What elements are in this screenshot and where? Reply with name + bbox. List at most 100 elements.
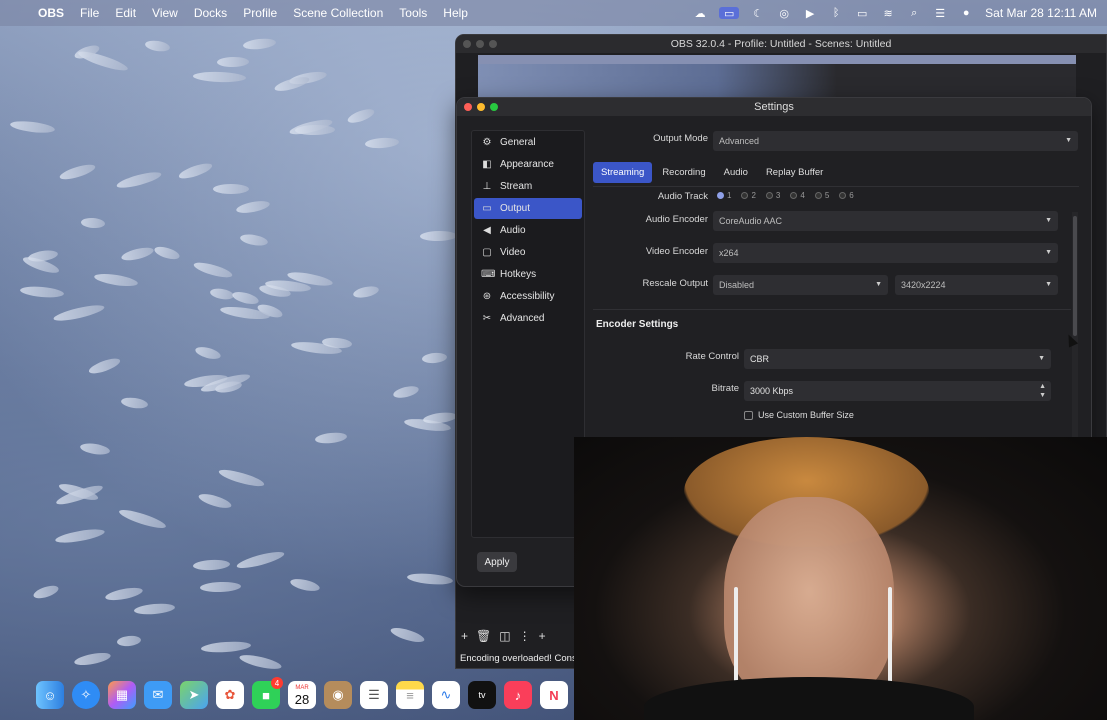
search-icon[interactable]: ⌕ [907,7,921,19]
radio-dot [741,192,749,199]
music-icon[interactable]: ♪ [504,681,532,709]
tab-streaming[interactable]: Streaming [593,162,653,183]
tab-audio[interactable]: Audio [716,162,756,183]
menu-clock[interactable]: Sat Mar 28 12:11 AM [985,6,1097,20]
bluetooth-icon[interactable]: ᛒ [829,7,843,19]
plus-icon[interactable]: + [539,629,546,643]
sidebar-item-advanced[interactable]: ✂ Advanced [474,308,582,329]
settings-title: Settings [754,101,794,113]
menu-profile[interactable]: Profile [243,6,277,20]
wallpaper-fish [209,286,235,302]
sidebar-item-appearance[interactable]: ◧ Appearance [474,154,582,175]
tools-icon: ✂ [482,313,492,324]
audio-track-radio-4[interactable]: 4 [790,191,805,200]
audio-track-radio-3[interactable]: 3 [765,191,780,200]
audio-track-number: 2 [751,191,756,200]
freeform-icon[interactable]: ∿ [432,681,460,709]
sidebar-item-label: Output [500,203,531,214]
sidebar-item-video[interactable]: ▢ Video [474,242,582,263]
wallpaper-fish [235,198,271,216]
photos-icon[interactable]: ✿ [216,681,244,709]
menu-scene-collection[interactable]: Scene Collection [293,6,383,20]
wallpaper-fish [213,184,249,194]
finder-icon[interactable]: ☺ [36,681,64,709]
sidebar-item-audio[interactable]: ◀ Audio [474,220,582,241]
wifi-icon[interactable]: ≋ [881,7,895,20]
menu-tools[interactable]: Tools [399,6,427,20]
menu-edit[interactable]: Edit [115,6,136,20]
safari-icon[interactable]: ✧ [72,681,100,709]
close-icon[interactable] [464,103,472,111]
close-icon[interactable] [463,40,471,48]
minimize-icon[interactable] [477,103,485,111]
video-encoder-select[interactable]: x264 ▼ [713,243,1058,263]
output-mode-value: Advanced [719,136,760,146]
audio-track-radio-6[interactable]: 6 [839,191,854,200]
rescale-resolution-select[interactable]: 3420x2224 ▼ [895,275,1058,295]
wallpaper-fish [242,37,277,51]
radio-dot [839,192,847,199]
play-icon[interactable]: ▶ [803,7,817,20]
contacts-icon[interactable]: ◉ [324,681,352,709]
wallpaper-fish [120,396,149,410]
rate-control-select[interactable]: CBR ▼ [744,349,1051,369]
bitrate-spinbox[interactable]: 3000 Kbps ▲ ▼ [744,381,1051,401]
wallpaper-fish [199,581,242,593]
sidebar-item-label: Appearance [500,159,554,170]
apply-button[interactable]: Apply [477,552,517,572]
sidebar-item-general[interactable]: ⚙ General [474,132,582,153]
chevron-down-icon: ▼ [1065,137,1072,144]
control-center-icon[interactable]: ☰ [933,7,947,20]
menu-app-name[interactable]: OBS [38,6,64,20]
reminders-icon[interactable]: ☰ [360,681,388,709]
facetime-icon[interactable]: ■ 4 [252,677,283,709]
mail-icon[interactable]: ✉ [144,681,172,709]
appletv-icon[interactable]: tv [468,681,496,709]
output-mode-label: Output Mode [653,133,708,144]
maps-icon[interactable]: ➤ [180,681,208,709]
screen-record-icon[interactable]: ▭ [719,7,740,20]
siri-icon[interactable]: ● [959,7,973,19]
battery-icon[interactable]: ▭ [855,7,869,20]
notes-icon[interactable]: ≡ [396,681,424,709]
menu-view[interactable]: View [152,6,178,20]
plus-icon[interactable]: + [461,629,468,643]
stream-icon: ⊥ [482,181,492,192]
sidebar-item-stream[interactable]: ⊥ Stream [474,176,582,197]
more-icon[interactable]: ⋮ [519,629,531,643]
launchpad-icon[interactable]: ▦ [108,681,136,709]
trash-icon[interactable]: 🗑 [476,629,491,643]
audio-track-radio-1[interactable]: 1 [717,191,731,200]
messages-icon[interactable]: ☁ [693,7,707,20]
menu-file[interactable]: File [80,6,99,20]
audio-encoder-select[interactable]: CoreAudio AAC ▼ [713,211,1058,231]
wallpaper-fish [73,650,112,668]
radio-dot [765,192,773,199]
menu-help[interactable]: Help [443,6,468,20]
tab-replay-buffer[interactable]: Replay Buffer [758,162,831,183]
settings-scrollbar-thumb[interactable] [1073,216,1077,336]
zoom-icon[interactable] [489,40,497,48]
moon-icon[interactable]: ☾ [751,7,765,20]
rescale-output-select[interactable]: Disabled ▼ [713,275,888,295]
zoom-icon[interactable] [490,103,498,111]
sidebar-item-hotkeys[interactable]: ⌨ Hotkeys [474,264,582,285]
output-mode-select[interactable]: Advanced ▼ [713,131,1078,151]
checkbox-box[interactable] [744,410,753,420]
calendar-icon[interactable]: MAR 28 [288,681,316,709]
audio-track-radio-2[interactable]: 2 [741,191,756,200]
stepper-arrows-icon[interactable]: ▲ ▼ [1039,382,1046,400]
menu-docks[interactable]: Docks [194,6,227,20]
rate-control-value: CBR [750,354,770,364]
news-icon[interactable]: N [540,681,568,709]
tab-recording[interactable]: Recording [654,162,713,183]
filter-icon[interactable]: ◫ [499,629,510,643]
ai-icon[interactable]: ◎ [777,7,791,20]
sidebar-item-accessibility[interactable]: ⊛ Accessibility [474,286,582,307]
custom-buffer-checkbox[interactable]: Use Custom Buffer Size [744,410,854,420]
sidebar-item-output[interactable]: ▭ Output [474,198,582,219]
minimize-icon[interactable] [476,40,484,48]
wallpaper-fish [419,230,458,242]
bitrate-value: 3000 Kbps [750,386,794,396]
audio-track-radio-5[interactable]: 5 [814,191,829,200]
